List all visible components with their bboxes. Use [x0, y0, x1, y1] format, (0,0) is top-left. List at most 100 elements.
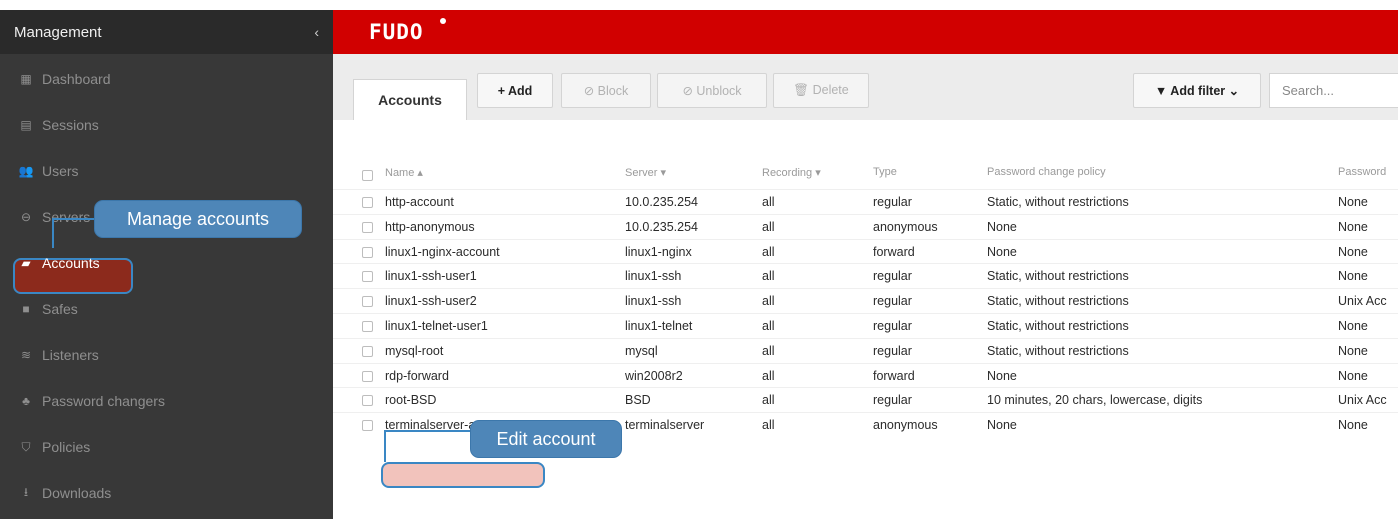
- name-cell[interactable]: linux1-nginx-account: [385, 245, 500, 259]
- sidebar-item-label: Downloads: [42, 485, 112, 501]
- accounts-table: Name ▴ Server ▾ Recording ▾ Type Passwor…: [333, 120, 1398, 519]
- select-all-checkbox[interactable]: [362, 170, 373, 181]
- sidebar-item-policies[interactable]: ⛉ Policies: [0, 424, 333, 470]
- row-checkbox[interactable]: [362, 420, 373, 432]
- table-row[interactable]: rdp-forward win2008r2 all forward None None: [333, 362, 1398, 388]
- recording-cell: all: [762, 219, 775, 234]
- recording-cell: all: [762, 195, 775, 209]
- server-cell: linux1-nginx: [625, 244, 692, 259]
- policy-cell: Static, without restrictions: [987, 269, 1129, 284]
- tab-accounts[interactable]: Accounts: [353, 79, 467, 120]
- row-checkbox[interactable]: [362, 197, 373, 208]
- listeners-icon: ≋: [20, 348, 32, 362]
- name-cell[interactable]: linux1-ssh-user2: [385, 294, 477, 308]
- server-cell: mysql: [625, 343, 658, 358]
- sidebar: Management ‹ ▦ Dashboard ▤ Sessions 👥 Users…: [0, 10, 333, 519]
- unblock-button[interactable]: ⊘ Unblock: [657, 73, 767, 108]
- sidebar-item-label: Safes: [42, 301, 78, 317]
- col-password-header: Password: [1338, 166, 1387, 178]
- recording-cell: all: [762, 393, 775, 408]
- recording-cell: all: [762, 418, 775, 433]
- sidebar-item-listeners[interactable]: ≋ Listeners: [0, 332, 333, 378]
- accounts-icon: ▰: [21, 256, 31, 270]
- server-cell: 10.0.235.254: [625, 219, 698, 234]
- safes-icon: ■: [22, 302, 30, 316]
- table-row[interactable]: mysql-root mysql all regular Static, without…: [333, 337, 1398, 363]
- type-cell: anonymous: [873, 219, 938, 234]
- col-name-header[interactable]: Name ▴: [385, 166, 423, 179]
- name-cell[interactable]: linux1-ssh-user1: [385, 269, 477, 283]
- name-cell[interactable]: mysql-root: [385, 344, 443, 358]
- password-cell: None: [1338, 343, 1368, 358]
- recording-cell: all: [762, 319, 775, 333]
- server-cell: terminalserver: [625, 418, 705, 433]
- row-checkbox[interactable]: [362, 345, 373, 357]
- policy-cell: Static, without restrictions: [987, 343, 1129, 358]
- row-checkbox[interactable]: [362, 221, 373, 233]
- policy-cell: None: [987, 418, 1017, 433]
- row-checkbox[interactable]: [362, 246, 373, 258]
- type-cell: regular: [873, 319, 912, 333]
- policy-cell: Static, without restrictions: [987, 294, 1129, 309]
- sidebar-title: Management: [14, 23, 102, 41]
- name-cell[interactable]: http-account: [385, 195, 454, 209]
- type-cell: regular: [873, 195, 912, 209]
- sessions-icon: ▤: [20, 118, 32, 132]
- name-cell[interactable]: http-anonymous: [385, 220, 475, 234]
- block-button[interactable]: ⊘ Block: [561, 73, 651, 108]
- sidebar-item-password-changers[interactable]: ♣ Password changers: [0, 378, 333, 424]
- table-row[interactable]: http-account 10.0.235.254 all regular Static…: [333, 189, 1398, 214]
- users-icon: 👥: [18, 164, 34, 178]
- password-cell: None: [1338, 368, 1368, 383]
- server-cell: linux1-telnet: [625, 319, 693, 333]
- policy-cell: None: [987, 219, 1017, 234]
- sidebar-item-label: Password changers: [42, 393, 165, 409]
- table-row[interactable]: root-BSD BSD all regular 10 minutes, 20 char…: [333, 387, 1398, 412]
- password-cell: Unix Acc: [1338, 294, 1387, 309]
- sidebar-item-downloads[interactable]: ⭳ Downloads: [0, 470, 333, 516]
- delete-button[interactable]: 🗑 Delete: [773, 73, 869, 108]
- row-checkbox[interactable]: [362, 321, 373, 332]
- recording-cell: all: [762, 368, 775, 383]
- policy-cell: None: [987, 244, 1017, 259]
- dashboard-icon: ▦: [20, 72, 32, 86]
- recording-cell: all: [762, 269, 775, 284]
- collapse-icon[interactable]: ‹: [314, 24, 319, 40]
- name-cell[interactable]: rdp-forward: [385, 369, 449, 383]
- row-checkbox[interactable]: [362, 271, 373, 283]
- sidebar-item-label: Sessions: [42, 117, 99, 133]
- row-checkbox[interactable]: [362, 296, 373, 308]
- type-cell: regular: [873, 269, 912, 284]
- search-input[interactable]: Search...: [1269, 73, 1398, 108]
- type-cell: anonymous: [873, 418, 938, 433]
- table-row[interactable]: linux1-telnet-user1 linux1-telnet all regul…: [333, 313, 1398, 338]
- sidebar-item-accounts[interactable]: ▰ Accounts: [0, 240, 333, 286]
- downloads-icon: ⭳: [23, 484, 29, 499]
- table-row[interactable]: http-anonymous 10.0.235.254 all anonymous No…: [333, 213, 1398, 239]
- password-cell: None: [1338, 319, 1368, 333]
- sidebar-header: Management ‹: [0, 10, 333, 54]
- sidebar-item-sessions[interactable]: ▤ Sessions: [0, 102, 333, 148]
- col-recording-header[interactable]: Recording ▾: [762, 166, 821, 179]
- table-row[interactable]: linux1-nginx-account linux1-nginx all forwa…: [333, 238, 1398, 264]
- name-cell[interactable]: root-BSD: [385, 393, 436, 407]
- sidebar-item-dashboard[interactable]: ▦ Dashboard: [0, 56, 333, 102]
- sidebar-item-users[interactable]: 👥 Users: [0, 148, 333, 194]
- edit-account-callout: Edit account: [470, 420, 622, 458]
- table-header: Name ▴ Server ▾ Recording ▾ Type Passwor…: [333, 162, 1398, 184]
- add-filter-button[interactable]: ▼ Add filter ⌄: [1133, 73, 1261, 108]
- table-row[interactable]: linux1-ssh-user2 linux1-ssh all regular Stat…: [333, 288, 1398, 313]
- col-server-header[interactable]: Server ▾: [625, 166, 666, 179]
- table-row[interactable]: linux1-ssh-user1 linux1-ssh all regular Stat…: [333, 263, 1398, 288]
- row-checkbox[interactable]: [362, 395, 373, 407]
- server-cell: BSD: [625, 393, 651, 408]
- policy-cell: None: [987, 368, 1017, 383]
- password-cell: None: [1338, 219, 1368, 234]
- server-cell: linux1-ssh: [625, 269, 682, 284]
- row-checkbox[interactable]: [362, 370, 373, 382]
- password-cell: None: [1338, 418, 1368, 433]
- manage-connector-h: [52, 218, 94, 220]
- name-cell[interactable]: linux1-telnet-user1: [385, 319, 488, 333]
- server-cell: win2008r2: [625, 368, 683, 383]
- add-button[interactable]: + Add: [477, 73, 553, 108]
